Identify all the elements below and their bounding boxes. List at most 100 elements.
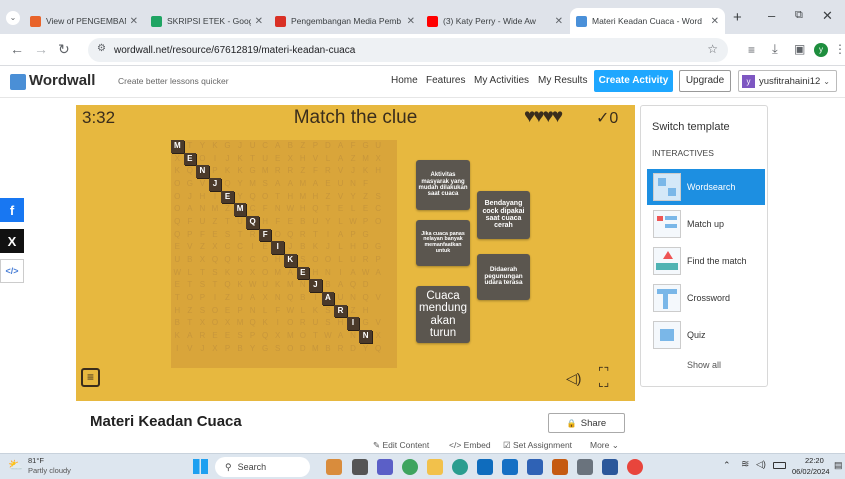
grid-letter[interactable]: U xyxy=(234,292,247,305)
clue-card[interactable]: Cuaca mendung akan turun xyxy=(416,286,470,343)
clue-card[interactable]: Aktivitas masyarak yang mudah dilakukan … xyxy=(416,160,470,210)
grid-letter[interactable]: O xyxy=(309,254,322,267)
grid-letter[interactable]: G xyxy=(221,140,234,153)
grid-letter[interactable]: K xyxy=(284,254,297,267)
grid-letter[interactable]: X xyxy=(196,254,209,267)
grid-letter[interactable]: U xyxy=(334,178,347,191)
grid-letter[interactable]: L xyxy=(184,267,197,280)
grid-letter[interactable]: U xyxy=(309,317,322,330)
grid-letter[interactable]: R xyxy=(284,165,297,178)
grid-letter[interactable]: K xyxy=(234,153,247,166)
grid-letter[interactable]: S xyxy=(372,191,385,204)
grid-letter[interactable]: C xyxy=(246,254,259,267)
grid-letter[interactable]: M xyxy=(284,330,297,343)
grid-letter[interactable]: F xyxy=(309,165,322,178)
grid-letter[interactable]: W xyxy=(246,279,259,292)
facebook-share-icon[interactable]: f xyxy=(0,198,24,222)
show-all-link[interactable]: Show all xyxy=(641,360,767,370)
grid-letter[interactable]: I xyxy=(334,267,347,280)
grid-letter[interactable]: Y xyxy=(359,343,372,356)
grid-letter[interactable]: D xyxy=(359,241,372,254)
grid-letter[interactable]: B xyxy=(297,292,310,305)
grid-letter[interactable]: I xyxy=(271,241,284,254)
grid-letter[interactable]: O xyxy=(184,292,197,305)
notification-icon[interactable]: ▤ xyxy=(834,460,843,471)
grid-letter[interactable]: T xyxy=(271,191,284,204)
grid-letter[interactable]: Z xyxy=(347,305,360,318)
grid-letter[interactable]: P xyxy=(347,229,360,242)
clue-card[interactable]: Didaerah pegunungan udara terasa xyxy=(477,254,530,300)
grid-letter[interactable]: K xyxy=(209,140,222,153)
grid-letter[interactable]: J xyxy=(184,191,197,204)
grid-letter[interactable]: B xyxy=(284,140,297,153)
upgrade-button[interactable]: Upgrade xyxy=(679,70,731,92)
grid-letter[interactable]: O xyxy=(209,305,222,318)
bookmark-star-icon[interactable]: ☆ xyxy=(707,42,718,56)
grid-letter[interactable]: X xyxy=(196,317,209,330)
grid-letter[interactable]: F xyxy=(259,203,272,216)
grid-letter[interactable]: U xyxy=(234,216,247,229)
grid-letter[interactable]: Z xyxy=(209,216,222,229)
grid-letter[interactable]: Q xyxy=(184,165,197,178)
grid-letter[interactable]: Y xyxy=(234,191,247,204)
grid-letter[interactable]: I xyxy=(209,153,222,166)
grid-letter[interactable]: A xyxy=(271,140,284,153)
grid-letter[interactable]: N xyxy=(322,267,335,280)
grid-letter[interactable]: Z xyxy=(221,292,234,305)
grid-letter[interactable]: F xyxy=(196,229,209,242)
grid-letter[interactable]: A xyxy=(184,330,197,343)
grid-letter[interactable]: U xyxy=(246,140,259,153)
download-icon[interactable]: ⤓ xyxy=(772,41,778,57)
grid-letter[interactable]: M xyxy=(297,178,310,191)
grid-letter[interactable]: R xyxy=(359,254,372,267)
grid-letter[interactable]: O xyxy=(284,317,297,330)
grid-letter[interactable]: M xyxy=(284,279,297,292)
grid-letter[interactable]: H xyxy=(334,317,347,330)
grid-letter[interactable]: Z xyxy=(347,153,360,166)
grid-letter[interactable]: U xyxy=(171,254,184,267)
grid-letter[interactable]: Z xyxy=(359,191,372,204)
taskbar-word-icon[interactable] xyxy=(602,459,618,475)
grid-letter[interactable]: O xyxy=(297,330,310,343)
grid-letter[interactable]: Q xyxy=(347,279,360,292)
grid-letter[interactable]: G xyxy=(372,241,385,254)
grid-letter[interactable]: M xyxy=(359,153,372,166)
grid-letter[interactable]: R xyxy=(334,304,347,318)
grid-letter[interactable]: X xyxy=(372,153,385,166)
grid-letter[interactable]: T xyxy=(322,203,335,216)
grid-letter[interactable]: E xyxy=(322,178,335,191)
grid-letter[interactable]: U xyxy=(259,279,272,292)
taskbar-chrome-icon[interactable] xyxy=(627,459,643,475)
grid-letter[interactable]: E xyxy=(171,241,184,254)
grid-letter[interactable]: X xyxy=(284,153,297,166)
set-assignment-link[interactable]: ☑ Set Assignment xyxy=(503,440,572,451)
template-match-up[interactable]: Match up xyxy=(647,206,765,242)
grid-letter[interactable]: L xyxy=(334,254,347,267)
grid-letter[interactable]: P xyxy=(359,216,372,229)
grid-letter[interactable]: V xyxy=(372,292,385,305)
grid-letter[interactable]: S xyxy=(322,305,335,318)
grid-letter[interactable]: A xyxy=(334,330,347,343)
fullscreen-icon[interactable]: ⌜⌝ ⌞⌟ xyxy=(598,366,609,388)
grid-letter[interactable]: Q xyxy=(221,279,234,292)
grid-letter[interactable]: W xyxy=(347,216,360,229)
grid-letter[interactable]: R xyxy=(297,317,310,330)
grid-letter[interactable]: Q xyxy=(359,292,372,305)
nav-home[interactable]: Home xyxy=(391,75,418,86)
grid-letter[interactable]: F xyxy=(258,228,272,242)
grid-letter[interactable]: K xyxy=(171,165,184,178)
grid-letter[interactable]: E xyxy=(209,330,222,343)
grid-letter[interactable]: N xyxy=(196,165,209,178)
grid-letter[interactable]: X xyxy=(372,330,385,343)
grid-letter[interactable]: B xyxy=(297,216,310,229)
grid-letter[interactable]: H xyxy=(309,191,322,204)
browser-tab[interactable]: (3) Katy Perry - Wide Aw ✕ xyxy=(421,8,569,34)
browser-tab[interactable]: View of PENGEMBANGAN M✕ xyxy=(24,8,144,34)
grid-letter[interactable]: C xyxy=(246,203,259,216)
grid-letter[interactable]: M xyxy=(234,317,247,330)
grid-letter[interactable]: E xyxy=(209,229,222,242)
grid-letter[interactable]: P xyxy=(196,292,209,305)
grid-letter[interactable]: E xyxy=(171,279,184,292)
grid-letter[interactable]: M xyxy=(271,267,284,280)
grid-letter[interactable]: Q xyxy=(221,178,234,191)
